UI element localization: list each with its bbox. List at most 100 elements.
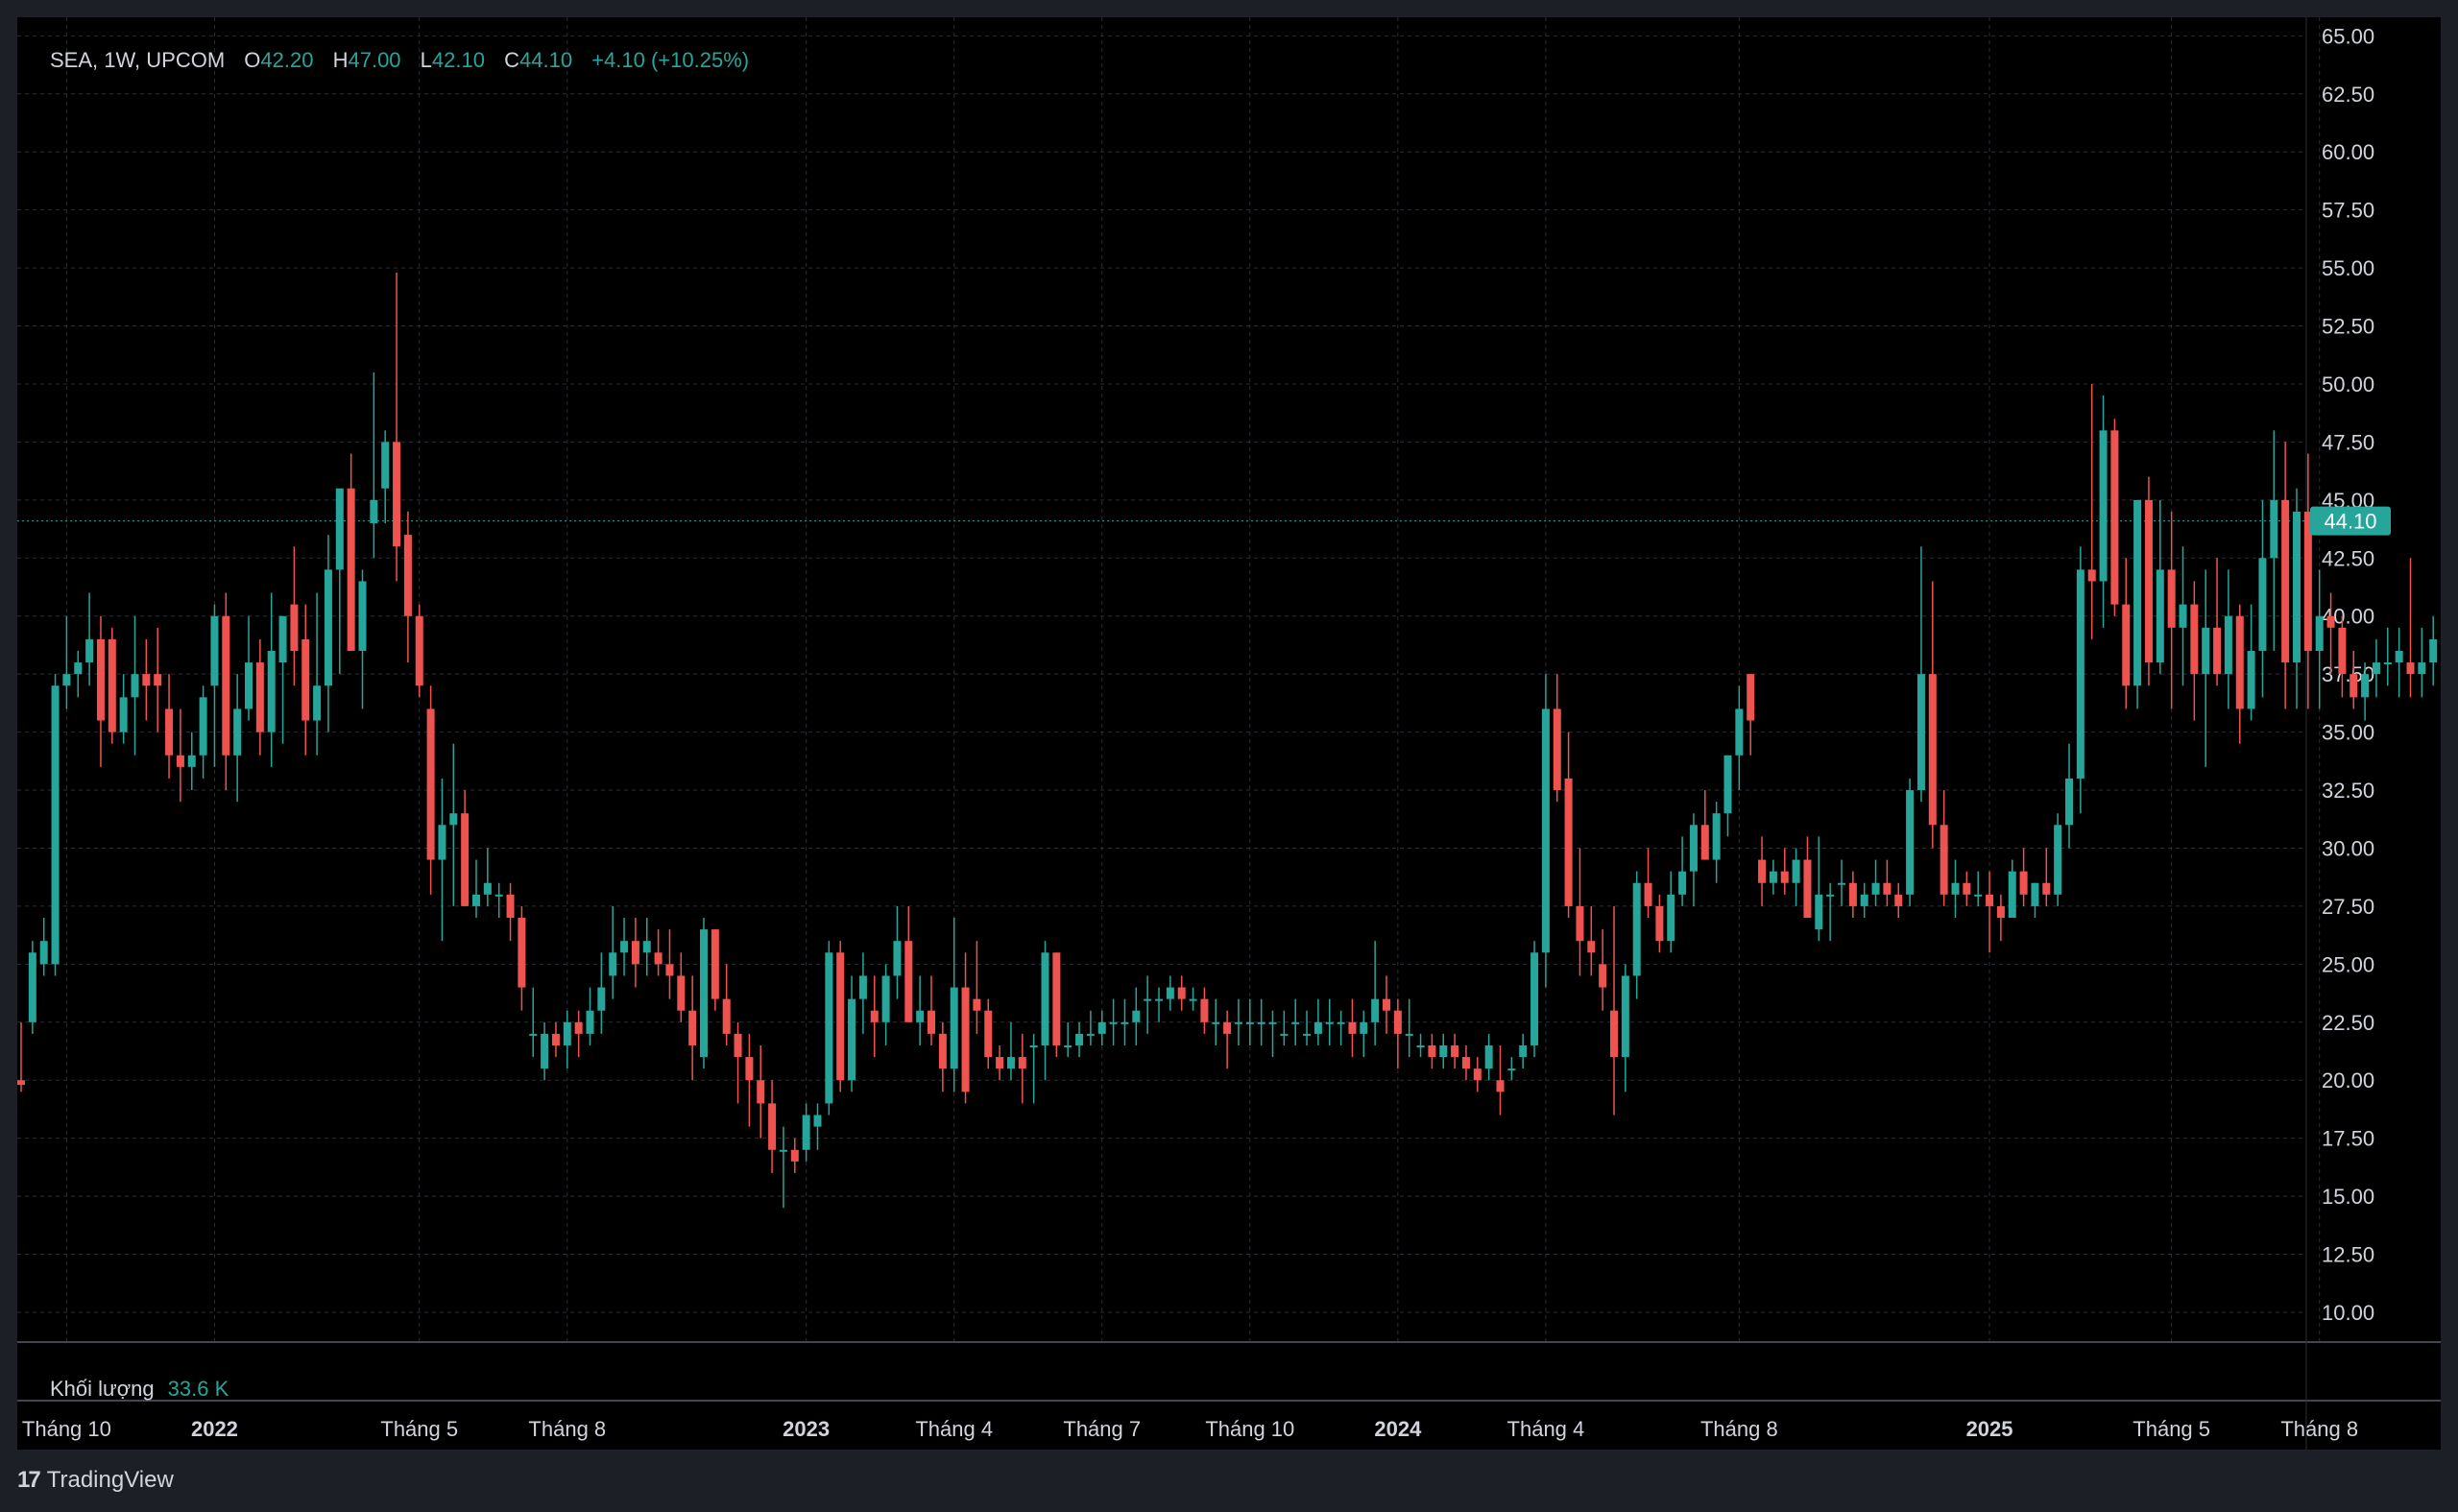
candle-down <box>631 941 639 965</box>
candle-down <box>973 998 981 1011</box>
candle-down <box>1553 708 1561 791</box>
candle-up <box>642 941 651 953</box>
candle-up <box>2418 662 2426 675</box>
candle-up <box>245 662 253 709</box>
candle-up <box>2429 638 2438 663</box>
candle-down <box>1996 905 2005 919</box>
candle-up <box>1439 1044 1448 1058</box>
candle-down <box>2042 882 2051 895</box>
candle-up <box>210 615 219 686</box>
candle-up <box>2031 882 2039 906</box>
x-tick-label: Tháng 4 <box>915 1417 993 1441</box>
candle-up <box>233 708 242 756</box>
candle-down <box>1223 1021 1232 1034</box>
candle-down <box>984 1010 993 1058</box>
candle-down <box>2087 569 2096 582</box>
candle-down <box>722 998 731 1034</box>
candle-down <box>1200 998 1209 1022</box>
candle-up <box>1667 894 1675 942</box>
candle-down <box>574 1021 583 1034</box>
y-tick-label: 55.00 <box>2322 256 2374 280</box>
candle-up <box>1257 1021 1265 1024</box>
candle-up <box>1916 674 1925 791</box>
x-tick-label: Tháng 7 <box>1063 1417 1141 1441</box>
candle-up <box>2383 662 2392 665</box>
candle-up <box>2270 499 2278 559</box>
candle-down <box>1655 905 1664 942</box>
candle-up <box>1166 987 1174 999</box>
tradingview-brand[interactable]: 17 TradingView <box>17 1467 174 1494</box>
candle-down <box>403 535 412 616</box>
y-tick-label: 12.50 <box>2322 1243 2374 1267</box>
candle-up <box>848 998 856 1081</box>
candle-up <box>881 975 890 1022</box>
candle-down <box>2350 674 2358 698</box>
candle-down <box>1576 905 1584 942</box>
candle-down <box>2190 604 2199 675</box>
candle-up <box>779 1149 787 1152</box>
candle-up <box>1769 871 1777 883</box>
candle-down <box>1018 1057 1026 1069</box>
candle-down <box>1052 952 1061 1045</box>
candle-down <box>2235 615 2244 709</box>
open-label: O <box>244 48 261 72</box>
y-tick-label: 62.50 <box>2322 83 2374 107</box>
y-tick-label: 10.00 <box>2322 1301 2374 1325</box>
candle-down <box>1803 859 1812 919</box>
symbol-legend: SEA, 1W, UPCOM O42.20 H47.00 L42.10 C44.… <box>50 48 762 73</box>
candle-down <box>415 615 423 686</box>
x-tick-label: Tháng 5 <box>2133 1417 2210 1441</box>
candle-down <box>176 755 184 767</box>
candle-up <box>1109 1021 1118 1024</box>
candle-up <box>1144 998 1152 1001</box>
candle-down <box>1564 778 1573 906</box>
x-tick-label: Tháng 4 <box>1507 1417 1585 1441</box>
candle-down <box>870 1010 879 1022</box>
candle-up <box>1006 1057 1015 1069</box>
y-tick-label: 42.50 <box>2322 546 2374 570</box>
candle-down <box>1177 987 1186 999</box>
candle-up <box>802 1115 810 1150</box>
candle-down <box>1428 1044 1436 1058</box>
candle-up <box>563 1021 571 1045</box>
candle-down <box>961 987 970 1092</box>
candlestick-chart[interactable]: 65.00 62.50 60.00 57.50 55.00 52.50 50.00 47.50… <box>17 17 2441 1450</box>
candle-up <box>2008 871 2016 919</box>
candle-up <box>1860 894 1868 906</box>
candle-up <box>1097 1021 1106 1034</box>
candle-down <box>1348 1021 1357 1034</box>
candle-up <box>1906 790 1915 895</box>
candle-down <box>1587 941 1596 953</box>
candle-up <box>541 1033 549 1069</box>
candle-up <box>1507 1068 1516 1071</box>
candle-up <box>1189 998 1197 1001</box>
candle-down <box>518 918 526 988</box>
candle-up <box>335 488 344 570</box>
candle-up <box>700 929 708 1058</box>
candle-up <box>529 1033 538 1036</box>
symbol-label: SEA, 1W, UPCOM <box>50 48 226 72</box>
candle-down <box>790 1149 799 1162</box>
candle-down <box>1451 1044 1459 1058</box>
candle-down <box>290 604 299 651</box>
candle-down <box>222 615 230 756</box>
candle-up <box>1245 1021 1254 1024</box>
candle-up <box>1871 882 1880 895</box>
x-tick-label: Tháng 5 <box>380 1417 458 1441</box>
candle-up <box>74 662 83 675</box>
candle-up <box>131 674 139 698</box>
candle-up <box>2054 825 2062 895</box>
candle-down <box>757 1080 765 1104</box>
x-tick-label: Tháng 8 <box>1700 1417 1778 1441</box>
candle-down <box>1940 825 1948 895</box>
candle-up <box>2065 778 2073 826</box>
candle-down <box>2338 627 2347 675</box>
candle-up <box>586 1010 594 1034</box>
candle-up <box>1303 1033 1312 1036</box>
candle-down <box>1599 964 1607 988</box>
y-tick-label: 57.50 <box>2322 199 2374 223</box>
candle-up <box>483 882 492 895</box>
candle-down <box>1928 674 1937 826</box>
candle-down <box>1610 1010 1618 1058</box>
candle-up <box>1416 1044 1425 1047</box>
